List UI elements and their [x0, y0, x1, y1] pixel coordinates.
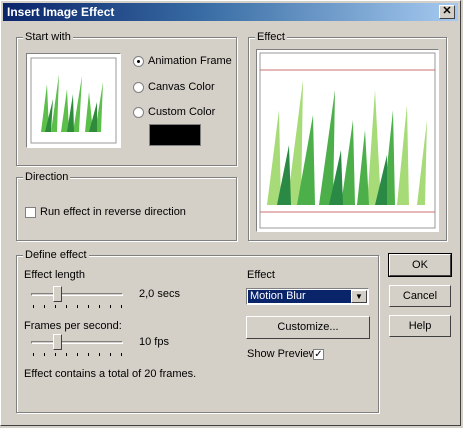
effect-length-ticks [33, 305, 125, 309]
frames-summary: Effect contains a total of 20 frames. [24, 368, 197, 380]
effect-type-dropdown[interactable]: Motion Blur ▼ [246, 288, 369, 305]
grass-thumbnail-image [30, 57, 117, 144]
dialog-window: Insert Image Effect ✕ Start with Animati… [0, 0, 461, 426]
show-preview-checkbox[interactable]: ✓ [313, 349, 324, 360]
effect-type-value: Motion Blur [248, 290, 351, 303]
radio-canvas-color[interactable] [133, 82, 144, 93]
ok-button[interactable]: OK [388, 253, 452, 277]
effect-length-track [31, 293, 123, 296]
effect-length-slider[interactable] [53, 286, 62, 302]
customize-button[interactable]: Customize... [246, 316, 370, 339]
radio-canvas-color-label: Canvas Color [148, 81, 215, 93]
effect-length-value: 2,0 secs [139, 288, 180, 300]
fps-ticks [33, 353, 125, 357]
close-button[interactable]: ✕ [439, 5, 455, 19]
motion-blur-preview-image [259, 52, 436, 229]
start-with-legend: Start with [23, 31, 73, 43]
fps-label: Frames per second: [24, 320, 122, 332]
close-icon: ✕ [442, 5, 452, 17]
effect-length-label: Effect length [24, 269, 85, 281]
help-button[interactable]: Help [389, 315, 451, 337]
direction-legend: Direction [23, 171, 71, 183]
show-preview-label: Show Preview [247, 348, 317, 360]
direction-group: Direction Run effect in reverse directio… [16, 171, 237, 241]
start-with-group: Start with Animation Frame Canvas Color … [16, 31, 237, 166]
radio-custom-color-label: Custom Color [148, 106, 216, 118]
radio-animation-frame-label: Animation Frame [148, 55, 232, 67]
radio-custom-color[interactable] [133, 107, 144, 118]
radio-animation-frame[interactable] [133, 56, 144, 67]
fps-value: 10 fps [139, 336, 169, 348]
define-effect-legend: Define effect [23, 249, 89, 261]
reverse-direction-checkbox[interactable] [25, 207, 36, 218]
custom-color-swatch[interactable] [149, 124, 201, 146]
effect-type-label: Effect [247, 269, 275, 281]
start-thumbnail [26, 53, 121, 148]
fps-slider[interactable] [53, 334, 62, 350]
define-effect-group: Define effect Effect length 2,0 secs Fra… [16, 249, 379, 413]
effect-preview-group: Effect [248, 31, 447, 241]
title-bar[interactable]: Insert Image Effect ✕ [3, 3, 458, 21]
checkmark-icon: ✓ [314, 349, 323, 360]
cancel-button[interactable]: Cancel [389, 285, 451, 307]
chevron-down-icon[interactable]: ▼ [351, 290, 367, 303]
reverse-direction-label: Run effect in reverse direction [40, 206, 186, 218]
effect-preview-legend: Effect [255, 31, 287, 43]
effect-preview-canvas [256, 49, 439, 232]
window-title: Insert Image Effect [7, 5, 115, 19]
fps-track [31, 341, 123, 344]
